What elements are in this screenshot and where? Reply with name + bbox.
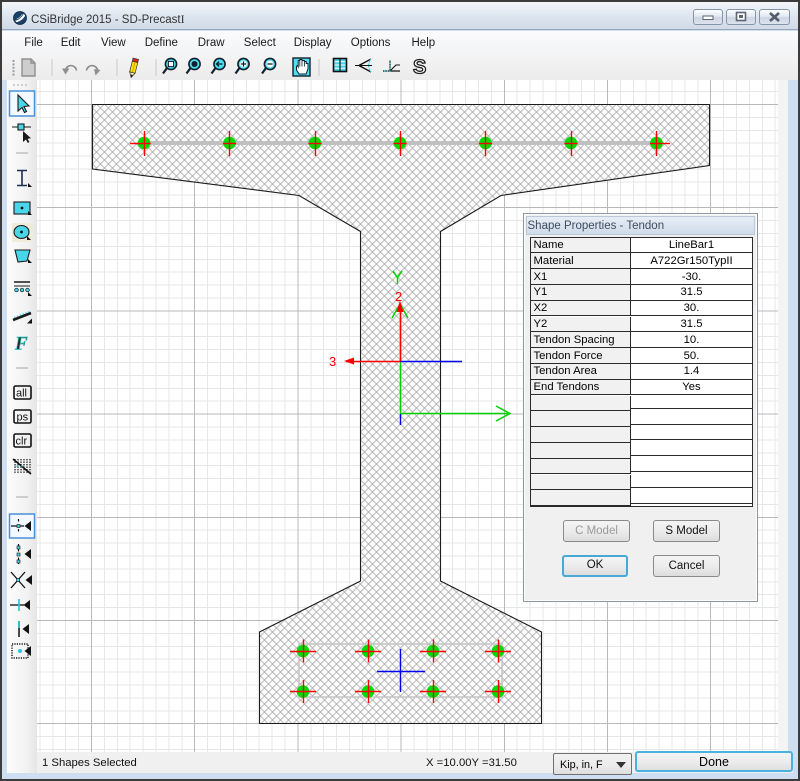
svg-text:clr: clr <box>16 436 28 448</box>
svg-text:3: 3 <box>329 354 336 369</box>
svg-text:ps: ps <box>17 412 29 424</box>
svg-text:all: all <box>16 388 27 400</box>
svg-text:F: F <box>14 334 28 355</box>
svg-text:2: 2 <box>395 289 402 304</box>
svg-text:S: S <box>413 57 426 79</box>
